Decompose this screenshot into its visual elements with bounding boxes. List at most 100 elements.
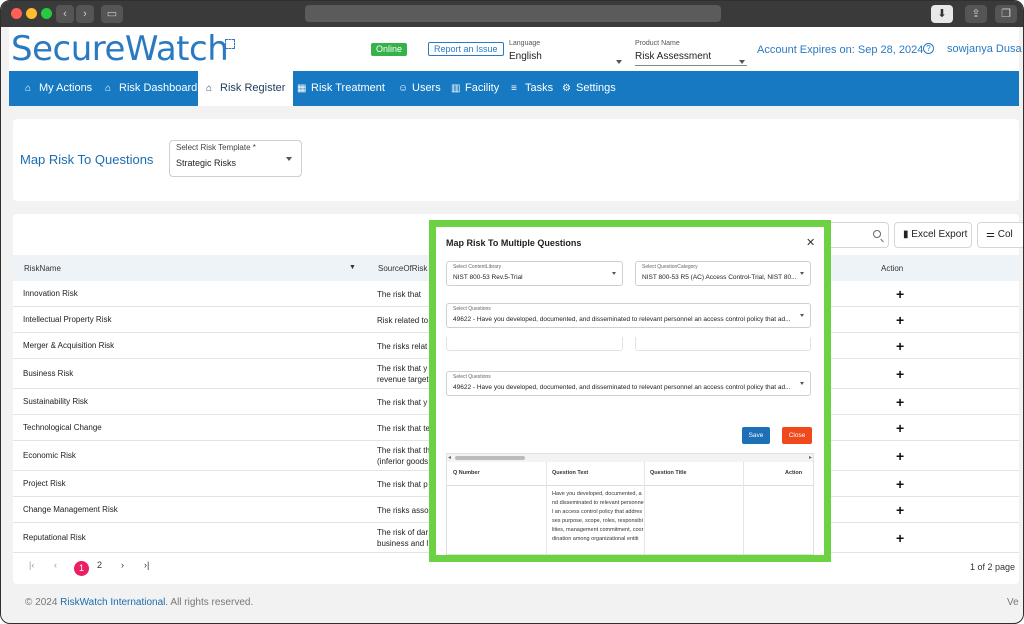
minimize-window-button[interactable] — [26, 8, 37, 19]
add-mapping-icon[interactable]: + — [896, 338, 904, 354]
add-mapping-icon[interactable]: + — [896, 420, 904, 436]
columns-button[interactable]: ⚌ Col — [977, 222, 1023, 248]
page-1-button[interactable]: 1 — [74, 561, 89, 576]
risk-template-value: Strategic Risks — [176, 158, 237, 168]
content-library-select[interactable]: Select ContentLibrary NIST 800-53 Rev.5-… — [446, 261, 623, 286]
report-issue-button[interactable]: Report an Issue — [428, 42, 504, 56]
map-risk-card — [13, 119, 1019, 201]
share-icon[interactable]: ⇪ — [965, 5, 987, 23]
chevron-down-icon — [800, 272, 804, 275]
question-category-select[interactable]: Select QuestionCategory NIST 800-53 R5 (… — [635, 261, 811, 286]
sidebar-toggle-icon[interactable]: ▭ — [101, 5, 123, 23]
close-icon[interactable]: ✕ — [806, 236, 815, 249]
user-menu[interactable]: sowjanya Dusa — [947, 43, 1022, 55]
risk-name-cell: Intellectual Property Risk — [23, 315, 112, 324]
source-line: The risks relat — [377, 341, 428, 351]
column-header-source[interactable]: SourceOfRisk — [378, 264, 427, 273]
horizontal-scrollbar[interactable]: ◂ ▸ — [447, 454, 813, 462]
back-icon[interactable]: ‹ — [56, 5, 74, 23]
product-select[interactable]: Product Name Risk Assessment — [635, 40, 747, 66]
nav-item-tasks[interactable]: ≡ Tasks — [511, 71, 553, 106]
risk-name-cell: Change Management Risk — [23, 505, 118, 514]
filter-icon[interactable]: ▼ — [349, 264, 356, 271]
source-line: The risk that y — [377, 397, 428, 407]
questions-select-2[interactable]: Select Questions 49622 - Have you develo… — [446, 371, 811, 396]
divider — [447, 485, 813, 486]
last-page-button[interactable]: ›| — [144, 560, 149, 570]
language-select[interactable]: Language English — [509, 40, 624, 64]
chevron-down-icon — [616, 60, 622, 64]
copyright-suffix: . All rights reserved. — [165, 597, 254, 608]
selected-questions-table: ◂ ▸ Q Number Question Text Question Titl… — [446, 453, 814, 555]
divider — [644, 462, 645, 554]
save-button[interactable]: Save — [742, 427, 770, 444]
questions-value-2: 49622 - Have you developed, documented, … — [453, 384, 791, 391]
excel-export-button[interactable]: ▮ Excel Export — [894, 222, 972, 248]
add-mapping-icon[interactable]: + — [896, 394, 904, 410]
risk-name-cell: Innovation Risk — [23, 289, 78, 298]
window-chrome: ‹ › ▭ ⬇ ⇪ ❐ — [1, 1, 1023, 27]
nav-item-risk-register[interactable]: ⌂ Risk Register — [198, 71, 294, 106]
app-header: SecureWatch Online Report an Issue Langu… — [9, 27, 1022, 71]
page-summary: 1 of 2 page — [969, 562, 1015, 572]
add-mapping-icon[interactable]: + — [896, 312, 904, 328]
nav-label: My Actions — [39, 82, 93, 94]
footer: © 2024 RiskWatch International. All righ… — [25, 597, 253, 608]
risk-template-select[interactable]: Select Risk Template * Strategic Risks — [169, 140, 302, 177]
add-mapping-icon[interactable]: + — [896, 286, 904, 302]
add-mapping-icon[interactable]: + — [896, 476, 904, 492]
column-header-question-title: Question Title — [650, 470, 687, 476]
source-of-risk-cell: The risk that p — [377, 479, 437, 490]
prev-page-button[interactable]: ‹ — [54, 560, 57, 570]
risk-name-cell: Business Risk — [23, 369, 74, 378]
ghost-field — [635, 337, 811, 351]
nav-item-risk-dashboard[interactable]: ⌂ Risk Dashboard — [105, 71, 197, 106]
version-label: Ve — [1007, 597, 1019, 608]
table-icon: ▦ — [297, 83, 307, 94]
language-label: Language — [509, 40, 541, 47]
scroll-left-icon[interactable]: ◂ — [448, 454, 451, 461]
close-button[interactable]: Close — [782, 427, 812, 444]
scroll-thumb[interactable] — [455, 456, 525, 460]
first-page-button[interactable]: |‹ — [29, 560, 34, 570]
source-of-risk-cell: The risk that y — [377, 397, 437, 408]
questions-select[interactable]: Select Questions 49622 - Have you develo… — [446, 303, 811, 328]
column-header-riskname[interactable]: RiskName — [24, 264, 61, 273]
risk-template-label: Select Risk Template * — [176, 143, 256, 152]
add-mapping-icon[interactable]: + — [896, 448, 904, 464]
bank-icon: ⌂ — [206, 83, 213, 94]
source-of-risk-cell: The risks asso — [377, 505, 437, 516]
close-window-button[interactable] — [11, 8, 22, 19]
maximize-window-button[interactable] — [41, 8, 52, 19]
risk-name-cell: Economic Risk — [23, 451, 76, 460]
logo: SecureWatch — [11, 29, 229, 69]
chevron-down-icon — [800, 314, 804, 317]
add-mapping-icon[interactable]: + — [896, 502, 904, 518]
content-library-label: Select ContentLibrary — [453, 264, 502, 270]
nav-item-my-actions[interactable]: ⌂ My Actions — [25, 71, 92, 106]
nav-item-users[interactable]: ☺ Users — [398, 71, 441, 106]
source-line: (inferior goods — [377, 457, 429, 466]
risk-name-cell: Project Risk — [23, 479, 66, 488]
page-2-button[interactable]: 2 — [97, 560, 102, 570]
add-mapping-icon[interactable]: + — [896, 366, 904, 382]
nav-item-settings[interactable]: ⚙ Settings — [562, 71, 616, 106]
download-icon[interactable]: ⬇ — [931, 5, 953, 23]
excel-export-label: Excel Export — [911, 229, 968, 240]
divider — [743, 462, 744, 554]
company-link[interactable]: RiskWatch International — [60, 597, 165, 608]
scroll-right-icon[interactable]: ▸ — [809, 454, 812, 461]
forward-icon[interactable]: › — [76, 5, 94, 23]
product-underline — [635, 65, 747, 66]
fullscreen-icon[interactable] — [225, 39, 235, 49]
nav-item-risk-treatment[interactable]: ▦ Risk Treatment — [297, 71, 385, 106]
next-page-button[interactable]: › — [121, 560, 124, 570]
add-mapping-icon[interactable]: + — [896, 530, 904, 546]
tabs-icon[interactable]: ❐ — [995, 5, 1017, 23]
chevron-down-icon — [800, 382, 804, 385]
questions-value: 49622 - Have you developed, documented, … — [453, 316, 791, 323]
nav-item-facility[interactable]: ▥ Facility — [451, 71, 499, 106]
risk-name-cell: Merger & Acquisition Risk — [23, 341, 115, 350]
address-bar[interactable] — [305, 5, 721, 22]
help-icon[interactable]: ? — [923, 43, 934, 54]
